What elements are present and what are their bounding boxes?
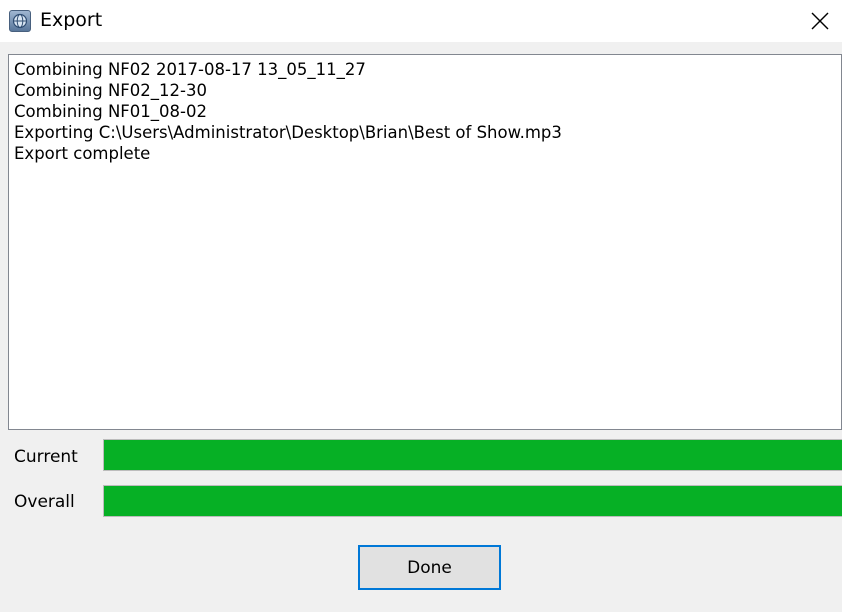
overall-progress-fill <box>104 486 842 516</box>
overall-progress-bar <box>103 485 842 517</box>
log-line: Export complete <box>14 144 151 163</box>
close-button[interactable] <box>796 0 842 42</box>
close-icon <box>811 12 829 30</box>
log-line: Combining NF01_08-02 <box>14 102 207 121</box>
done-button-label: Done <box>361 548 498 587</box>
log-line: Combining NF02 2017-08-17 13_05_11_27 <box>14 60 366 79</box>
export-log[interactable]: Combining NF02 2017-08-17 13_05_11_27 Co… <box>8 54 842 430</box>
log-line: Combining NF02_12-30 <box>14 81 207 100</box>
title-bar[interactable]: Export <box>0 0 842 42</box>
window-title: Export <box>40 9 103 31</box>
current-progress-fill <box>104 440 842 470</box>
app-globe-icon <box>9 10 31 32</box>
overall-progress-label: Overall <box>14 492 75 512</box>
log-line: Exporting C:\Users\Administrator\Desktop… <box>14 123 562 142</box>
done-button[interactable]: Done <box>358 545 501 590</box>
current-progress-label: Current <box>14 447 78 467</box>
current-progress-bar <box>103 439 842 471</box>
export-dialog: Export Combining NF02 2017-08-17 13_05_1… <box>0 0 842 612</box>
